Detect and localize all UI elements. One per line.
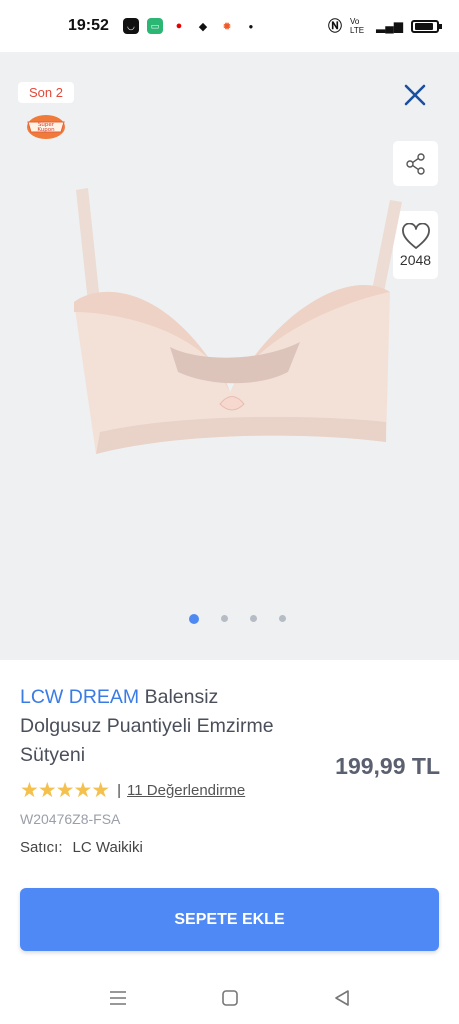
brand-link[interactable]: LCW DREAM bbox=[20, 686, 139, 708]
more-dot-icon: ● bbox=[248, 21, 254, 31]
signal-icon: ▂▄▆ bbox=[376, 19, 403, 33]
seller-row: Satıcı: LC Waikiki bbox=[20, 839, 440, 856]
battery-icon bbox=[411, 19, 442, 33]
add-to-cart-button[interactable]: SEPETE EKLE bbox=[20, 888, 439, 951]
close-icon bbox=[404, 84, 426, 106]
seller-label: Satıcı: bbox=[20, 839, 63, 856]
box-icon: ◆ bbox=[198, 20, 208, 33]
stock-badge: Son 2 bbox=[18, 82, 74, 103]
product-info: LCW DREAM Balensiz Dolgusuz Puantiyeli E… bbox=[20, 683, 440, 856]
rating-row: ★★★★★ | 11 Değerlendirme bbox=[20, 778, 440, 803]
share-button[interactable] bbox=[393, 141, 438, 186]
seller-name[interactable]: LC Waikiki bbox=[73, 839, 143, 856]
super-kupon-badge: Süper Kupon bbox=[27, 115, 65, 139]
carousel-dots bbox=[0, 613, 459, 624]
product-title: LCW DREAM Balensiz Dolgusuz Puantiyeli E… bbox=[20, 683, 280, 770]
star-rating: ★★★★★ bbox=[20, 779, 110, 802]
system-navigation-bar bbox=[0, 972, 459, 1024]
heart-icon bbox=[401, 222, 430, 249]
carousel-dot[interactable] bbox=[279, 615, 286, 622]
network-type: Vo LTE bbox=[350, 17, 365, 35]
product-gallery[interactable]: Son 2 Süper Kupon 2048 bbox=[0, 52, 459, 660]
notification-icons: ◡ ▭ ● ◆ ✹ ● bbox=[122, 18, 259, 34]
svg-text:Kupon: Kupon bbox=[37, 127, 55, 133]
reviews-link[interactable]: 11 Değerlendirme bbox=[127, 782, 245, 799]
product-image bbox=[74, 188, 402, 454]
product-sku: W20476Z8-FSA bbox=[20, 811, 121, 827]
chat-notification-icon: ▭ bbox=[146, 18, 163, 34]
status-bar: 19:52 ◡ ▭ ● ◆ ✹ ● Ⓝ Vo LTE ▂▄▆ bbox=[0, 0, 459, 52]
system-status: Ⓝ Vo LTE ▂▄▆ bbox=[328, 16, 442, 36]
carousel-dot[interactable] bbox=[221, 615, 228, 622]
menu-nav-icon[interactable] bbox=[108, 988, 128, 1008]
share-icon bbox=[405, 152, 425, 175]
home-nav-icon[interactable] bbox=[220, 988, 240, 1008]
carousel-dot[interactable] bbox=[250, 615, 257, 622]
back-nav-icon[interactable] bbox=[332, 988, 352, 1008]
app-notification-icon: ◡ bbox=[122, 18, 139, 34]
vodafone-icon: ● bbox=[175, 20, 183, 32]
close-button[interactable] bbox=[398, 78, 432, 112]
rating-separator: | bbox=[117, 782, 122, 799]
status-time: 19:52 bbox=[68, 17, 109, 34]
product-price: 199,99 TL bbox=[335, 753, 440, 779]
carousel-dot[interactable] bbox=[189, 613, 199, 624]
nfc-icon: Ⓝ bbox=[328, 18, 343, 34]
flower-icon: ✹ bbox=[222, 20, 232, 33]
